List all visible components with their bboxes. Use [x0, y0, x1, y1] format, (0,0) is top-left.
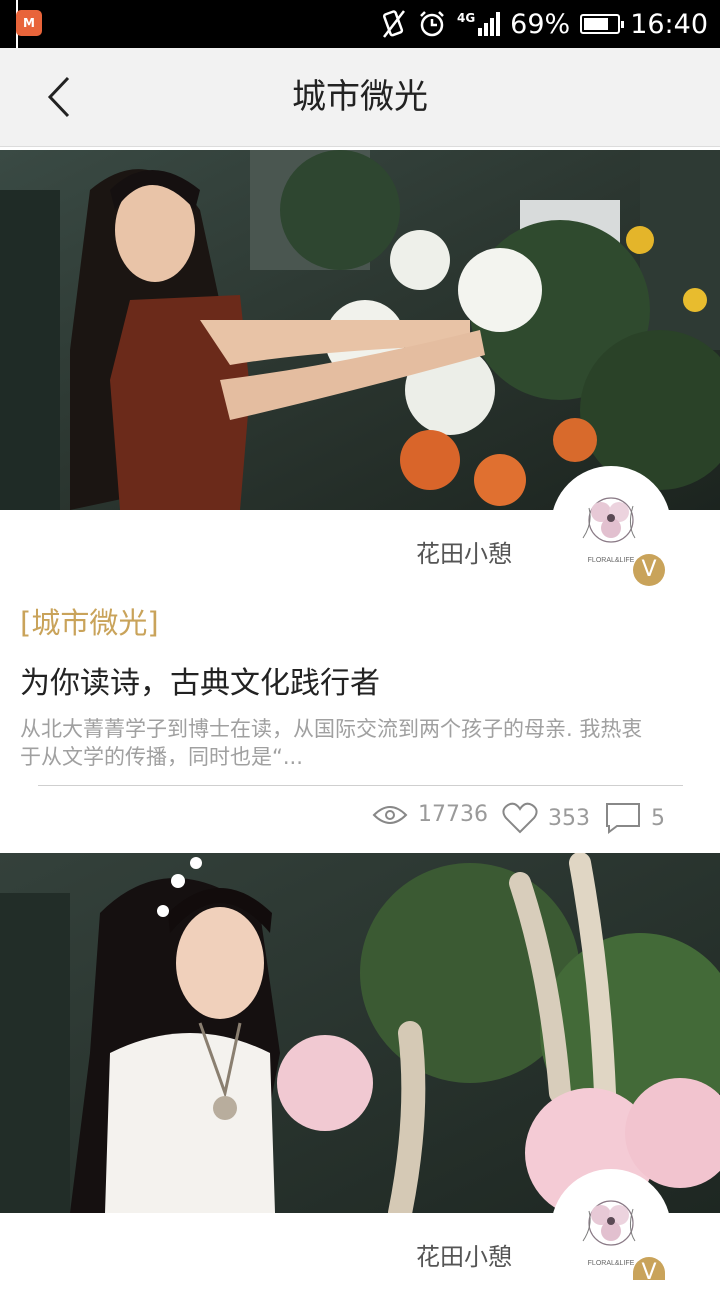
author-name[interactable]: 花田小憩 — [416, 1237, 512, 1272]
article-title[interactable]: 为你读诗，古典文化践行者 — [20, 658, 380, 702]
article-category-tag[interactable]: [城市微光] — [20, 600, 159, 642]
article-card[interactable]: FLORAL&LIFE V 花田小憩 [城市微光] 为你读诗，古典文化践行者 从… — [0, 150, 720, 850]
comment-icon — [606, 803, 640, 834]
like-button[interactable]: 353 — [502, 802, 590, 834]
alarm-icon — [420, 11, 444, 37]
comment-count-value: 5 — [651, 805, 665, 831]
article-cover-image[interactable] — [0, 150, 720, 510]
like-count-value: 353 — [548, 805, 590, 831]
network-type-label: 4G — [456, 11, 476, 25]
app-notification-icon: M — [16, 10, 42, 36]
verified-badge: V — [633, 554, 665, 586]
author-name[interactable]: 花田小憩 — [416, 534, 512, 569]
top-nav-bar: 城市微光 — [0, 48, 720, 147]
battery-percent: 69% — [510, 8, 571, 40]
signal-icon — [478, 12, 501, 36]
svg-text:FLORAL&LIFE: FLORAL&LIFE — [588, 1260, 635, 1267]
vibrate-icon — [382, 10, 405, 38]
divider — [38, 785, 683, 786]
status-bar: M 4G 69% 16:40 — [0, 0, 720, 203]
clock: 16:40 — [630, 8, 708, 40]
article-cover-image[interactable] — [0, 853, 720, 1213]
comment-button[interactable]: 5 — [605, 802, 665, 834]
heart-icon — [502, 802, 538, 834]
eye-icon — [372, 805, 408, 824]
article-excerpt: 从北大菁菁学子到博士在读，从国际交流到两个孩子的母亲. 我热衷于从文学的传播，同… — [20, 717, 643, 769]
article-card[interactable]: FLORAL&LIFE V 花田小憩 — [0, 853, 720, 1287]
svg-text:FLORAL&LIFE: FLORAL&LIFE — [588, 557, 635, 564]
view-count: 17736 — [372, 802, 488, 827]
battery-icon — [580, 14, 625, 34]
view-count-value: 17736 — [418, 802, 488, 827]
page-title: 城市微光 — [292, 77, 428, 117]
